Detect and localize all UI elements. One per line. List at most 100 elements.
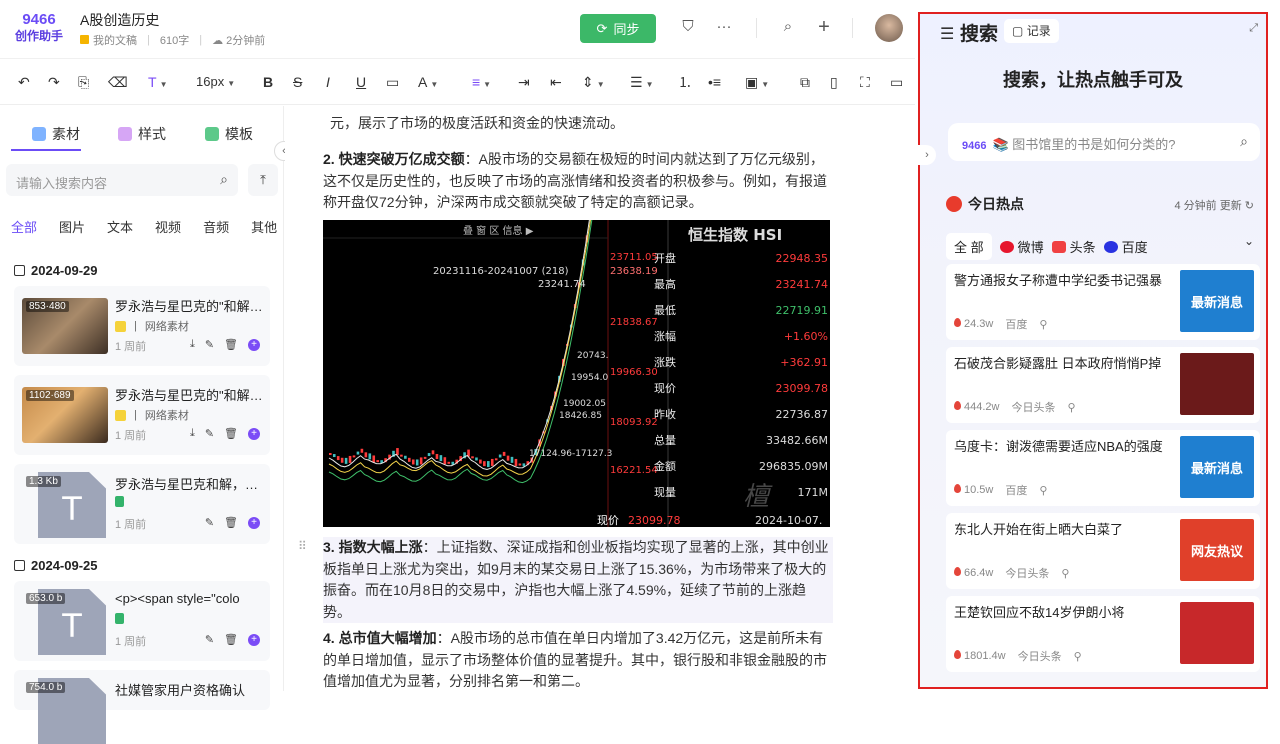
news-heat: 1801.4w [954,650,1006,662]
link-icon[interactable]: ⚲ [1067,401,1075,414]
line-height-dropdown[interactable]: ⇕ ▼ [582,73,605,91]
screenshot-icon[interactable]: ⛶ [860,73,870,91]
news-card[interactable]: 东北人开始在街上晒大白菜了 66.4w 今日头条 ⚲ 网友热议 [946,513,1260,589]
delete-icon[interactable]: 🗑 [224,633,238,646]
font-color-dropdown[interactable]: A ▼ [418,73,438,91]
edit-icon[interactable]: ✎ [205,338,214,351]
monitor-icon[interactable]: ▭ [890,73,903,91]
sync-button[interactable]: ⟳ 同步 [580,14,656,43]
strikethrough-icon[interactable]: S [293,73,302,91]
filter-all[interactable]: 全部 [11,217,37,236]
upload-icon[interactable]: ⤒ [248,164,278,196]
tab-template[interactable]: 模板 [205,124,253,144]
format-painter-icon[interactable]: ⎘ [78,73,89,91]
avatar[interactable] [875,14,903,42]
bookmark-icon[interactable]: ⛉ [679,18,697,36]
add-icon[interactable]: + [815,17,833,37]
edit-icon[interactable]: ✎ [205,633,214,646]
search-icon[interactable]: ⌕ [220,171,228,188]
app-logo[interactable]: 9466 创作助手 [14,12,64,44]
material-card[interactable]: 853·480 罗永浩与星巴克的"和解"... | 网络素材 1 周前 ⤓ ✎ 🗑 + [14,286,270,366]
source-tab-baidu[interactable]: 百度 [1103,237,1148,256]
edit-icon[interactable]: ✎ [205,427,214,440]
paragraph[interactable]: 元，展示了市场的极度活跃和资金的快速流动。 [330,113,836,135]
indent-icon[interactable]: ⇥ [518,73,530,91]
hsi-chart-image[interactable]: 叠 窗 区 信息 ▶ 恒生指数 HSI 20231116-20241007 (2… [323,220,830,527]
copy-icon[interactable]: ⧉ [800,73,810,91]
material-card[interactable]: T 653.0 b <p><span style="colo 1 周前 ✎ 🗑 + [14,581,270,661]
source-tab-all[interactable]: 全 部 [946,233,992,260]
align-dropdown[interactable]: ≡ ▼ [472,73,491,91]
candle [439,455,443,462]
editor-area[interactable]: 元，展示了市场的极度活跃和资金的快速流动。 2. 快速突破万亿成交额：A股市场的… [285,106,915,691]
link-icon[interactable]: ⚲ [1039,318,1047,331]
redo-icon[interactable]: ↷ [48,73,60,91]
filter-other[interactable]: 其他 [251,217,277,236]
material-card[interactable]: 1102·689 罗永浩与星巴克的"和解"... | 网络素材 1 周前 ⤓ ✎ 🗑 + [14,375,270,455]
source-tab-toutiao[interactable]: 头条 [1051,237,1096,256]
more-icon[interactable]: ··· [715,18,733,36]
paragraph-hovered[interactable]: 3. 指数大幅上涨：上证指数、深证成指和创业板指均实现了显著的上涨，其中创业板指… [323,537,833,623]
search-icon[interactable]: ⌕ [1240,133,1248,150]
download-icon[interactable]: ⤓ [190,427,195,440]
material-card[interactable]: 754.0 b 社媒管家用户资格确认 [14,670,270,744]
download-icon[interactable]: ⤓ [190,338,195,351]
text-style-dropdown[interactable]: T ▼ [148,73,167,91]
candle [423,456,427,459]
mobile-icon[interactable]: ▯ [830,73,838,91]
drag-handle-icon[interactable]: ⠿ [298,539,307,553]
news-card[interactable]: 乌度卡：谢泼德需要适应NBA的强度 10.5w 百度 ⚲ 最新消息 [946,430,1260,506]
insert-icon[interactable]: + [248,516,260,529]
quote-key: 总量 [654,433,676,447]
source-tab-weibo[interactable]: 微博 [999,237,1044,256]
bold-icon[interactable]: B [263,73,273,91]
insert-icon[interactable]: + [248,427,260,440]
underline-icon[interactable]: U [356,73,366,91]
insert-icon[interactable]: + [248,338,260,351]
search-icon[interactable]: ⌕ [779,18,797,36]
tab-material[interactable]: 素材 [32,124,80,144]
undo-icon[interactable]: ↶ [18,73,30,91]
link-icon[interactable]: ⚲ [1074,650,1082,663]
edit-icon[interactable]: ✎ [205,516,214,529]
delete-icon[interactable]: 🗑 [224,427,238,440]
bullet-list-icon[interactable]: •≡ [708,73,721,91]
menu-icon[interactable]: ☰ [940,24,954,44]
tab-style[interactable]: 样式 [118,124,166,144]
doc-title[interactable]: A股创造历史 [80,10,159,30]
paragraph[interactable]: 4. 总市值大幅增加：A股市场的总市值在单日内增加了3.42万亿元，这是前所未有… [323,628,829,691]
news-card[interactable]: 石破茂合影疑露肚 日本政府悄悄P掉 444.2w 今日头条 ⚲ [946,347,1260,423]
link-icon[interactable]: ⚲ [1039,484,1047,497]
news-card[interactable]: 警方通报女子称遭中学纪委书记强暴 24.3w 百度 ⚲ 最新消息 [946,264,1260,340]
news-title: 石破茂合影疑露肚 日本政府悄悄P掉 [954,356,1162,371]
paragraph[interactable]: 2. 快速突破万亿成交额：A股市场的交易额在极短的时间内就达到了万亿元级别，这不… [323,149,829,214]
eraser-icon[interactable]: ⌫ [108,73,128,91]
expand-icon[interactable]: ⤢ [1249,22,1258,35]
material-search-input[interactable]: 请输入搜索内容 ⌕ [6,164,238,196]
filter-audio[interactable]: 音频 [203,217,229,236]
panel-toggle-button[interactable]: › [918,145,936,165]
news-card[interactable]: 王楚钦回应不敌14岁伊朗小将 1801.4w 今日头条 ⚲ [946,596,1260,672]
record-label: 记录 [1026,24,1051,38]
font-size-dropdown[interactable]: 16px ▼ [196,73,235,91]
filter-video[interactable]: 视频 [155,217,181,236]
refresh-button[interactable]: 4 分钟前 更新 ↻ [1174,197,1254,213]
record-button[interactable]: ▢ 记录 [1004,19,1059,43]
paragraph-dropdown[interactable]: ☰ ▼ [630,73,653,91]
material-card[interactable]: T 1.3 Kb 罗永浩与星巴克和解，世... 1 周前 ✎ 🗑 + [14,464,270,544]
italic-icon[interactable]: I [326,73,330,91]
outdent-icon[interactable]: ⇤ [550,73,562,91]
folder-link[interactable]: 我的文稿 [80,32,137,48]
chevron-down-icon[interactable]: ⌄ [1244,234,1254,248]
image-dropdown[interactable]: ▣ ▼ [745,73,769,91]
delete-icon[interactable]: 🗑 [224,338,238,351]
filter-image[interactable]: 图片 [59,217,85,236]
ordered-list-icon[interactable]: ⒈ [678,73,692,91]
link-icon[interactable]: ⚲ [1061,567,1069,580]
filter-text[interactable]: 文本 [107,217,133,236]
text-file-icon: T [62,490,82,528]
comment-icon[interactable]: ▭ [386,73,399,91]
insert-icon[interactable]: + [248,633,260,646]
hot-search-input[interactable]: 9466 📚 图书馆里的书是如何分类的? ⌕ [948,123,1260,161]
delete-icon[interactable]: 🗑 [224,516,238,529]
